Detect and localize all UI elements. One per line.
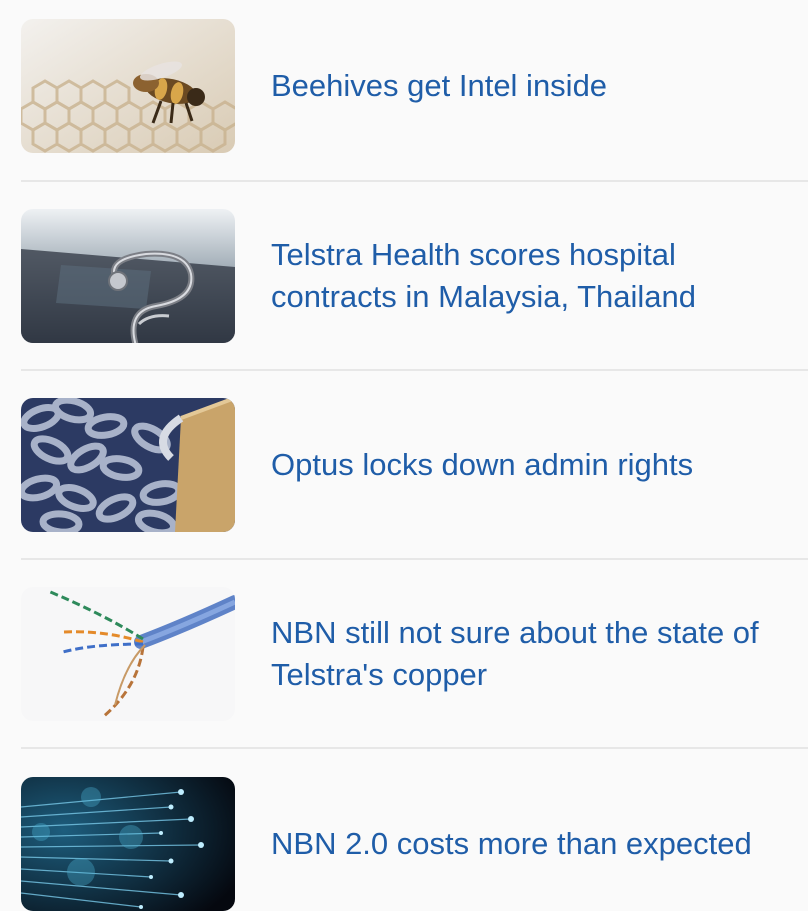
divider [21, 369, 808, 371]
copper-cable-image[interactable] [21, 587, 235, 721]
chain-and-padlock-icon [21, 398, 235, 532]
bee-on-honeycomb-icon [21, 19, 235, 153]
article-headline[interactable]: NBN still not sure about the state of Te… [271, 612, 791, 696]
related-articles-list: Beehives get Intel inside Telstra Health… [0, 0, 808, 911]
stethoscope-icon [21, 209, 235, 343]
divider [21, 180, 808, 182]
divider [21, 747, 808, 749]
article-headline[interactable]: NBN 2.0 costs more than expected [271, 823, 791, 865]
article-item-nbn-costs[interactable]: NBN 2.0 costs more than expected [21, 777, 808, 911]
bee-on-honeycomb-image[interactable] [21, 19, 235, 153]
stethoscope-image[interactable] [21, 209, 235, 343]
article-headline[interactable]: Telstra Health scores hospital contracts… [271, 234, 791, 318]
article-item-beehives[interactable]: Beehives get Intel inside [21, 19, 808, 153]
fibre-optic-image[interactable] [21, 777, 235, 911]
article-headline[interactable]: Beehives get Intel inside [271, 65, 791, 107]
copper-cable-icon [21, 587, 235, 721]
divider [21, 558, 808, 560]
article-headline[interactable]: Optus locks down admin rights [271, 444, 791, 486]
article-item-nbn-copper[interactable]: NBN still not sure about the state of Te… [21, 587, 808, 721]
fibre-optic-icon [21, 777, 235, 911]
article-item-optus[interactable]: Optus locks down admin rights [21, 398, 808, 532]
chain-and-padlock-image[interactable] [21, 398, 235, 532]
article-item-telstra-health[interactable]: Telstra Health scores hospital contracts… [21, 209, 808, 343]
